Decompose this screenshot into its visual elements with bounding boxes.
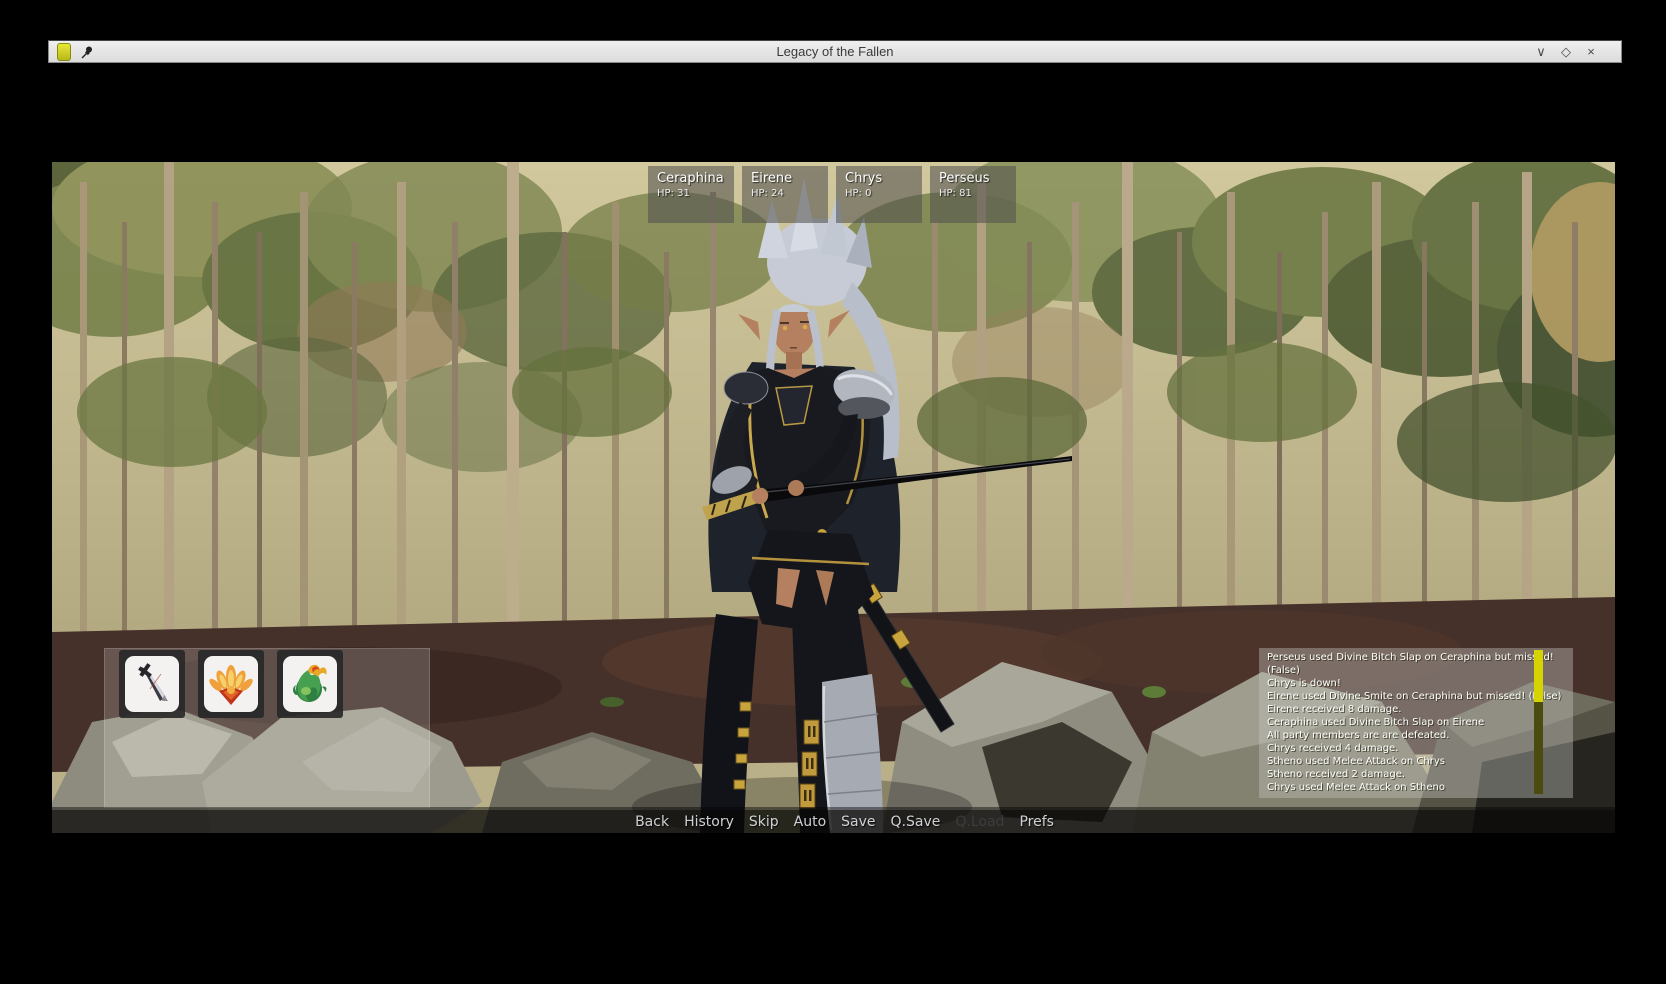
party-name: Eirene bbox=[751, 171, 819, 187]
party-hp: HP: 0 bbox=[845, 187, 913, 200]
close-button[interactable]: × bbox=[1583, 41, 1599, 62]
party-box-chrys: Chrys HP: 0 bbox=[836, 166, 922, 223]
log-line: Chrys used Melee Attack on Stheno bbox=[1267, 781, 1539, 794]
menu-qload: Q.Load bbox=[955, 814, 1004, 830]
skill-button-divine-smite[interactable] bbox=[198, 650, 264, 718]
window-title: Legacy of the Fallen bbox=[49, 44, 1621, 59]
combat-log: Perseus used Divine Bitch Slap on Ceraph… bbox=[1259, 648, 1573, 798]
log-line: Stheno received 2 damage. bbox=[1267, 768, 1539, 781]
maximize-button[interactable]: ◇ bbox=[1558, 41, 1574, 62]
log-line: Ceraphina used Divine Bitch Slap on Eire… bbox=[1267, 716, 1539, 729]
menu-skip[interactable]: Skip bbox=[749, 814, 779, 830]
log-scrollbar[interactable] bbox=[1534, 650, 1543, 794]
party-status-row: Ceraphina HP: 31 Eirene HP: 24 Chrys HP:… bbox=[648, 166, 1016, 223]
quick-menu: Back History Skip Auto Save Q.Save Q.Loa… bbox=[52, 814, 1615, 830]
menu-qsave[interactable]: Q.Save bbox=[891, 814, 941, 830]
log-line: Eirene used Divine Smite on Ceraphina bu… bbox=[1267, 690, 1539, 703]
party-hp: HP: 24 bbox=[751, 187, 819, 200]
skill-button-melee[interactable] bbox=[119, 650, 185, 718]
party-name: Ceraphina bbox=[657, 171, 725, 187]
log-line: All party members are are defeated. bbox=[1267, 729, 1539, 742]
party-box-perseus: Perseus HP: 81 bbox=[930, 166, 1016, 223]
game-scene[interactable]: Ceraphina HP: 31 Eirene HP: 24 Chrys HP:… bbox=[52, 162, 1615, 833]
menu-save[interactable]: Save bbox=[841, 814, 875, 830]
window-titlebar: Legacy of the Fallen ∨ ◇ × bbox=[48, 40, 1622, 63]
log-scrollbar-thumb[interactable] bbox=[1534, 650, 1543, 702]
skill-panel bbox=[104, 648, 430, 808]
menu-prefs[interactable]: Prefs bbox=[1019, 814, 1053, 830]
log-line: Eirene received 8 damage. bbox=[1267, 703, 1539, 716]
menu-history[interactable]: History bbox=[684, 814, 734, 830]
party-box-ceraphina: Ceraphina HP: 31 bbox=[648, 166, 734, 223]
party-box-eirene: Eirene HP: 24 bbox=[742, 166, 828, 223]
minimize-button[interactable]: ∨ bbox=[1533, 41, 1549, 62]
log-line: Stheno used Melee Attack on Chrys bbox=[1267, 755, 1539, 768]
log-line: Perseus used Divine Bitch Slap on Ceraph… bbox=[1267, 651, 1539, 664]
log-line: (False) bbox=[1267, 664, 1539, 677]
party-name: Perseus bbox=[939, 171, 1007, 187]
log-line: Chrys is down! bbox=[1267, 677, 1539, 690]
menu-auto[interactable]: Auto bbox=[794, 814, 827, 830]
skill-button-green-flame[interactable] bbox=[277, 650, 343, 718]
flaming-hand-icon bbox=[209, 661, 253, 707]
log-line: Chrys received 4 damage. bbox=[1267, 742, 1539, 755]
menu-back[interactable]: Back bbox=[635, 814, 669, 830]
dagger-icon bbox=[130, 661, 174, 707]
party-hp: HP: 31 bbox=[657, 187, 725, 200]
party-name: Chrys bbox=[845, 171, 913, 187]
party-hp: HP: 81 bbox=[939, 187, 1007, 200]
green-fireball-icon bbox=[288, 661, 332, 707]
